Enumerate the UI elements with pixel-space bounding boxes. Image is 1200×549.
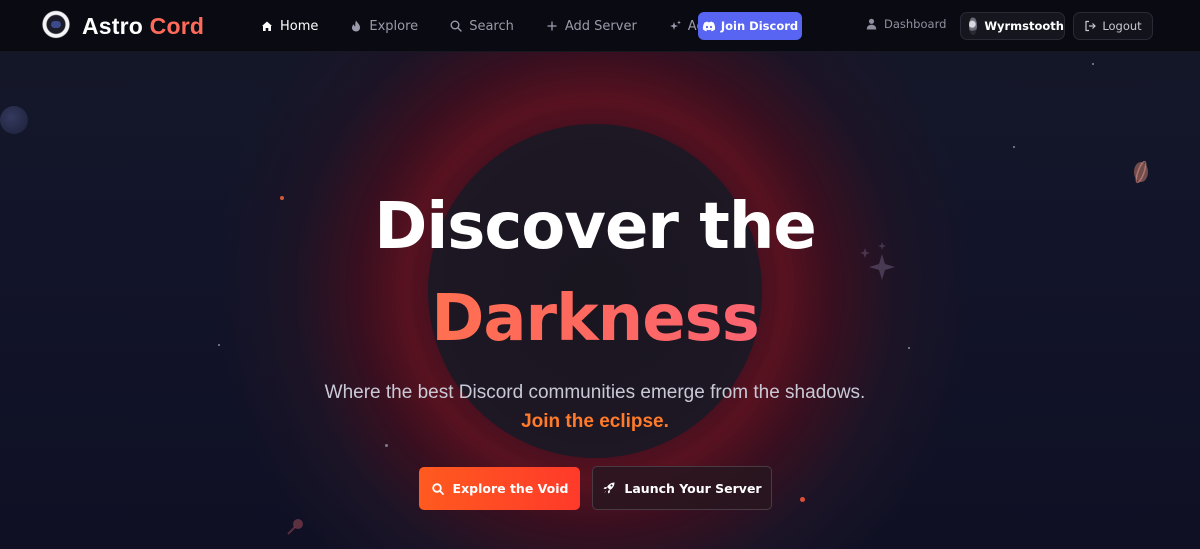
nav-item-search[interactable]: Search [449, 14, 514, 38]
nav-item-label: Explore [369, 18, 419, 34]
comet-icon [287, 519, 303, 535]
flame-icon [352, 20, 361, 32]
star-dot [1013, 146, 1015, 148]
saturn-icon [1134, 160, 1148, 184]
logout-label: Logout [1102, 19, 1142, 33]
plus-icon [547, 21, 557, 31]
hero-subtitle: Where the best Discord communities emerg… [324, 382, 866, 403]
nav-item-home[interactable]: Home [260, 14, 318, 38]
hero-title-line1: Discover the [374, 190, 817, 264]
dashboard-label: Dashboard [884, 17, 947, 31]
search-icon [431, 482, 444, 495]
discord-icon [702, 21, 715, 31]
hero-title-line2: Darkness [0, 282, 1190, 356]
nav-item-add-server[interactable]: Add Server [545, 14, 637, 38]
launch-your-server-button[interactable]: Launch Your Server [592, 466, 772, 510]
dashboard-link[interactable]: Dashboard [866, 17, 946, 31]
explore-the-void-button[interactable]: Explore the Void [419, 467, 580, 510]
nav-item-label: Add Server [564, 18, 637, 34]
explore-the-void-label: Explore the Void [452, 481, 569, 496]
logout-button[interactable]: Logout [1073, 12, 1153, 40]
avatar [969, 17, 978, 35]
star-dot [1092, 63, 1094, 65]
join-discord-label: Join Discord [720, 19, 799, 33]
launch-your-server-label: Launch Your Server [624, 480, 762, 496]
star-dot [800, 497, 805, 502]
nav-item-label: Home [280, 18, 319, 34]
nav-item-label: Search [469, 18, 514, 34]
brand-logo[interactable]: Astro Cord [40, 10, 204, 42]
star-dot [385, 444, 388, 447]
nav-item-explore[interactable]: Explore [349, 14, 418, 38]
brand-name-part1: Astro [82, 12, 144, 39]
user-profile-button[interactable]: Wyrmstooth [960, 12, 1065, 40]
join-discord-button[interactable]: Join Discord [698, 12, 802, 40]
search-icon [450, 20, 462, 32]
hero-tagline: Join the eclipse. [521, 411, 669, 432]
user-icon [866, 18, 877, 30]
planet-decoration-icon [0, 106, 28, 134]
sparkle-icon [669, 20, 681, 30]
logout-icon [1085, 20, 1097, 32]
astronaut-logo-icon [40, 10, 72, 42]
home-icon [262, 21, 272, 31]
nav-links: Home Explore Search Add Server [260, 14, 760, 38]
brand-name: Astro Cord [82, 13, 204, 40]
top-navbar: Astro Cord Home Explore Search Add Serve… [0, 0, 1200, 52]
rocket-icon [603, 482, 615, 494]
brand-name-part2: Cord [149, 12, 205, 39]
username: Wyrmstooth [984, 19, 1064, 33]
